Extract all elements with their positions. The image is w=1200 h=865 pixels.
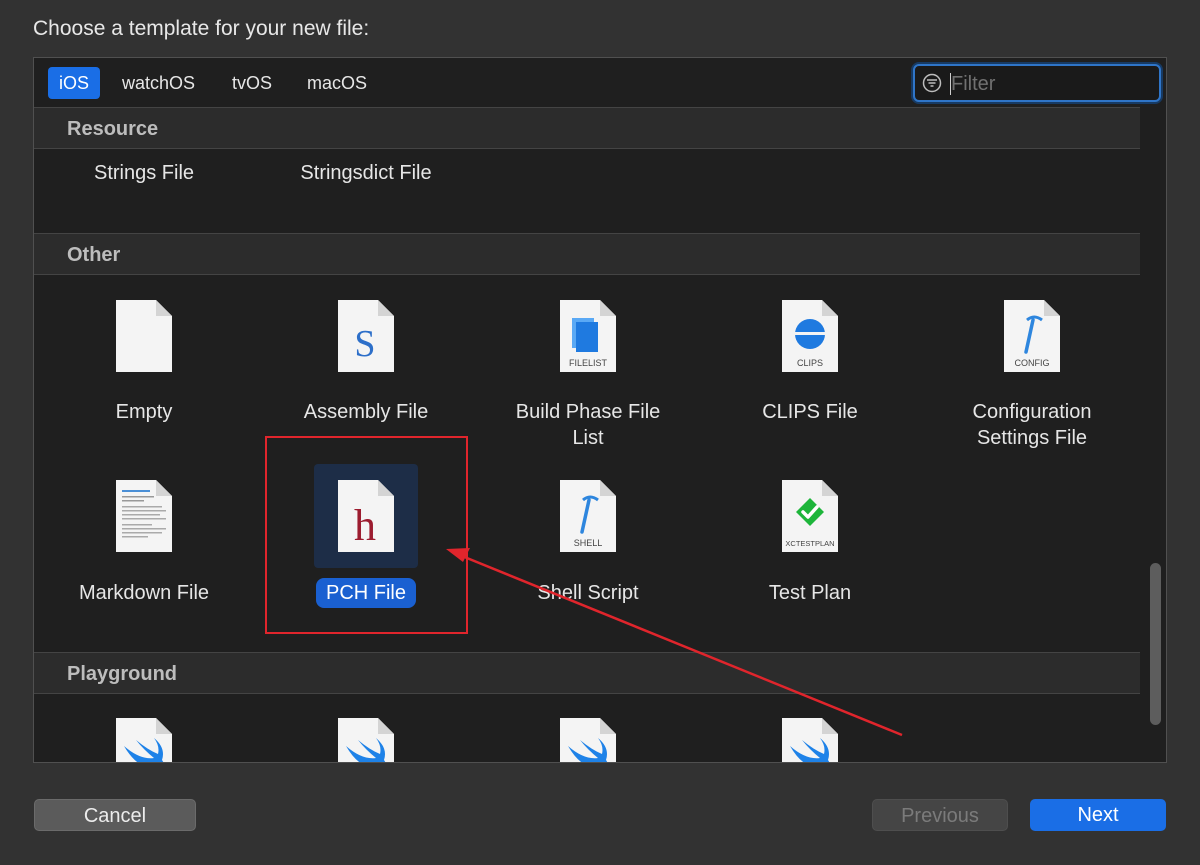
template-stringsdict-file[interactable]: Stringsdict File [266,160,466,186]
dialog-heading: Choose a template for your new file: [33,17,370,40]
tab-watchos[interactable]: watchOS [111,67,206,99]
template-empty-icon-area[interactable] [92,296,196,400]
template-playground-3[interactable] [536,714,640,762]
config-document-icon: CONFIG [1004,300,1060,372]
filelist-document-icon: FILELIST [560,300,616,372]
template-label: Build Phase File List [515,401,661,449]
template-label: Shell Script [537,582,639,604]
shell-badge: SHELL [574,538,603,548]
section-header-resource: Resource [34,107,1140,149]
template-filelist-icon-area[interactable]: FILELIST [536,296,640,400]
platform-tabbar: iOS watchOS tvOS macOS [34,58,1166,108]
filter-input[interactable] [949,70,1153,98]
swift-document-icon [560,718,616,762]
markdown-document-icon [116,480,172,552]
template-test-plan[interactable]: Test Plan [710,580,910,606]
template-markdown-icon-area[interactable] [92,476,196,580]
template-playground-2[interactable] [314,714,418,762]
template-label: Empty [115,401,173,423]
swift-document-icon [338,718,394,762]
clips-document-icon: CLIPS [782,300,838,372]
template-clips-icon-area[interactable]: CLIPS [758,296,862,400]
template-label: Test Plan [768,582,852,604]
config-badge: CONFIG [1015,358,1050,368]
clips-badge: CLIPS [797,358,823,368]
previous-button[interactable]: Previous [872,799,1008,831]
template-shell-script[interactable]: Shell Script [488,580,688,606]
template-configuration-settings-file[interactable]: Configuration Settings File [932,399,1132,451]
template-strings-file[interactable]: Strings File [44,160,244,186]
testplan-badge: XCTESTPLAN [785,539,834,548]
assembly-glyph: S [354,323,375,365]
template-clips-file[interactable]: CLIPS File [710,399,910,425]
template-empty[interactable]: Empty [44,399,244,425]
template-label: CLIPS File [762,401,858,423]
template-scrollbar[interactable] [1146,108,1166,762]
template-config-icon-area[interactable]: CONFIG [980,296,1084,400]
template-label: Strings File [93,162,195,184]
swift-document-icon [782,718,838,762]
template-playground-4[interactable] [758,714,862,762]
swift-document-icon [116,718,172,762]
template-markdown-file[interactable]: Markdown File [44,580,244,606]
template-assembly-file[interactable]: Assembly File [266,399,466,425]
template-panel: iOS watchOS tvOS macOS Resource Strings … [33,57,1167,763]
filter-field[interactable] [913,64,1161,102]
annotation-highlight-box [265,436,468,634]
template-playground-1[interactable] [92,714,196,762]
template-build-phase-file-list[interactable]: Build Phase File List [488,399,688,451]
template-label: Markdown File [78,582,210,604]
testplan-document-icon: XCTESTPLAN [782,480,838,552]
template-testplan-icon-area[interactable]: XCTESTPLAN [758,476,862,580]
filelist-badge: FILELIST [569,358,608,368]
tab-ios[interactable]: iOS [48,67,101,99]
filter-icon [922,73,942,93]
template-label: Stringsdict File [300,162,432,184]
shell-document-icon: SHELL [560,480,616,552]
section-header-playground: Playground [34,652,1140,694]
template-label: Assembly File [303,401,429,423]
template-shell-icon-area[interactable]: SHELL [536,476,640,580]
tab-tvos[interactable]: tvOS [221,67,283,99]
tab-macos[interactable]: macOS [296,67,378,99]
scrollbar-thumb[interactable] [1150,563,1161,725]
template-label: Configuration Settings File [972,401,1092,449]
assembly-document-icon: S [338,300,394,372]
cancel-button[interactable]: Cancel [34,799,196,831]
template-assembly-icon-area[interactable]: S [314,296,418,400]
section-header-other: Other [34,233,1140,275]
blank-document-icon [116,300,172,372]
next-button[interactable]: Next [1030,799,1166,831]
